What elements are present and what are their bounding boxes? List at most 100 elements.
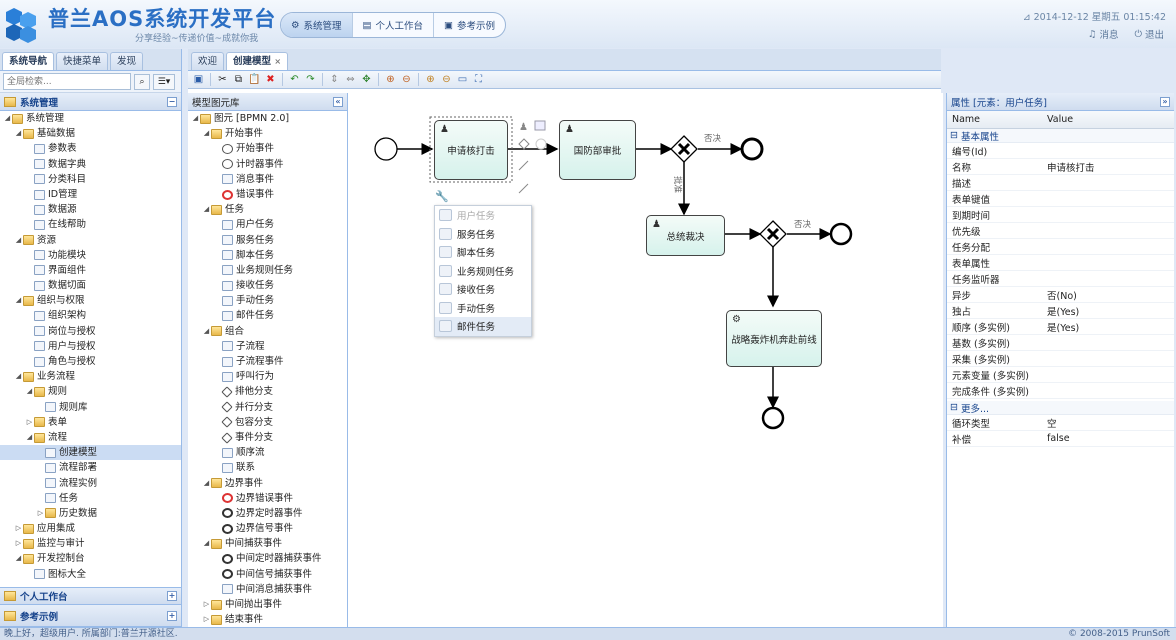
tree-node[interactable]: 排他分支: [188, 384, 347, 399]
tree-node[interactable]: 开始事件: [188, 141, 347, 156]
tree-node[interactable]: 消息事件: [188, 172, 347, 187]
menu-item[interactable]: 邮件任务: [435, 317, 531, 336]
property-value[interactable]: 是(Yes): [1042, 304, 1079, 318]
tab-system-nav[interactable]: 系统导航: [2, 52, 55, 70]
connect-shortcut-icon[interactable]: [518, 160, 529, 171]
property-row[interactable]: 补偿 false: [947, 431, 1174, 447]
tree-node[interactable]: 呼叫行为: [188, 369, 347, 384]
tree-node[interactable]: ▷ 应用集成: [0, 521, 181, 536]
tree-node[interactable]: 边界定时器事件: [188, 506, 347, 521]
expanded-toggle-icon[interactable]: ◢: [14, 369, 23, 384]
tree-node[interactable]: ◢ 边界事件: [188, 476, 347, 491]
align-horizontal-icon[interactable]: ⇔: [344, 73, 357, 86]
tree-node[interactable]: ◢ 组合: [188, 324, 347, 339]
personal-workbench-panel-header[interactable]: 个人工作台 +: [0, 587, 181, 605]
tree-node[interactable]: 错误事件: [188, 187, 347, 202]
task-shortcut-icon[interactable]: [534, 120, 546, 131]
task-president-decision[interactable]: ♟ 总统裁决: [646, 215, 725, 256]
tree-node[interactable]: 中间消息捕获事件: [188, 582, 347, 597]
property-row[interactable]: 名称 申请核打击: [947, 159, 1174, 175]
menu-item[interactable]: 用户任务: [435, 206, 531, 225]
property-value[interactable]: 是(Yes): [1042, 320, 1079, 334]
user-task-shortcut-icon[interactable]: ♟: [519, 122, 528, 133]
reference-examples-panel-header[interactable]: 参考示例 +: [0, 605, 181, 627]
copy-icon[interactable]: ⧉: [232, 73, 245, 86]
property-row[interactable]: 描述: [947, 175, 1174, 191]
collapse-left-icon[interactable]: «: [333, 96, 343, 107]
save-icon[interactable]: ▣: [192, 73, 205, 86]
tree-node[interactable]: 界面组件: [0, 263, 181, 278]
property-row[interactable]: 表单键值: [947, 191, 1174, 207]
tree-node[interactable]: ◢ 规则: [0, 384, 181, 399]
logout-link[interactable]: ⏻ 退出: [1134, 27, 1164, 42]
menu-item[interactable]: 脚本任务: [435, 243, 531, 262]
tree-node[interactable]: 邮件任务: [188, 308, 347, 323]
tree-node[interactable]: 数据字典: [0, 157, 181, 172]
property-row[interactable]: 元素变量 (多实例): [947, 367, 1174, 383]
expanded-toggle-icon[interactable]: ◢: [202, 476, 211, 491]
expanded-toggle-icon[interactable]: ◢: [14, 551, 23, 566]
col-value[interactable]: Value: [1042, 114, 1073, 125]
tree-node[interactable]: 顺序流: [188, 445, 347, 460]
collapsed-toggle-icon[interactable]: ▷: [25, 415, 34, 430]
col-name[interactable]: Name: [947, 114, 1042, 125]
tab-shortcut-menu[interactable]: 快捷菜单: [56, 52, 109, 70]
property-value[interactable]: 空: [1042, 416, 1057, 430]
tree-node[interactable]: ID管理: [0, 187, 181, 202]
tree-node[interactable]: 脚本任务: [188, 248, 347, 263]
tree-node[interactable]: ◢ 系统管理: [0, 111, 181, 126]
zoom-fit-icon[interactable]: ⛶: [472, 73, 485, 86]
tree-node[interactable]: 创建模型: [0, 445, 181, 461]
system-management-panel-header[interactable]: 系统管理 −: [0, 93, 181, 111]
tree-node[interactable]: 中间信号捕获事件: [188, 567, 347, 582]
gateway-shortcut-icon[interactable]: [518, 138, 530, 150]
tree-node[interactable]: ◢ 图元 [BPMN 2.0]: [188, 111, 347, 126]
tree-node[interactable]: 接收任务: [188, 278, 347, 293]
tree-node[interactable]: 子流程: [188, 339, 347, 354]
menu-item[interactable]: 业务规则任务: [435, 262, 531, 281]
tree-node[interactable]: ◢ 任务: [188, 202, 347, 217]
tree-node[interactable]: 图标大全: [0, 567, 181, 582]
task-apply-nuclear-strike[interactable]: ♟ 申请核打击: [434, 120, 508, 180]
property-value[interactable]: 申请核打击: [1042, 160, 1095, 174]
zoom-out-icon[interactable]: ⊖: [440, 73, 453, 86]
expanded-toggle-icon[interactable]: ◢: [191, 111, 200, 126]
align-vertical-icon[interactable]: ⇕: [328, 73, 341, 86]
property-row[interactable]: 顺序 (多实例) 是(Yes): [947, 319, 1174, 335]
menu-item[interactable]: 接收任务: [435, 280, 531, 299]
tree-node[interactable]: ◢ 流程: [0, 430, 181, 445]
tree-node[interactable]: 中间定时器捕获事件: [188, 551, 347, 566]
property-row[interactable]: 任务监听器: [947, 271, 1174, 287]
start-event[interactable]: [374, 137, 398, 161]
collapsed-toggle-icon[interactable]: ▷: [36, 506, 45, 521]
collapsed-toggle-icon[interactable]: ▷: [14, 536, 23, 551]
property-row[interactable]: 任务分配: [947, 239, 1174, 255]
tree-node[interactable]: 包容分支: [188, 415, 347, 430]
menu-item[interactable]: 服务任务: [435, 225, 531, 244]
tree-node[interactable]: 数据切面: [0, 278, 181, 293]
tree-node[interactable]: 业务规则任务: [188, 263, 347, 278]
menu-item[interactable]: 手动任务: [435, 299, 531, 318]
remove-docker-icon[interactable]: ⊖: [400, 73, 413, 86]
nav-personal-workbench[interactable]: ▤ 个人工作台: [353, 13, 435, 37]
property-row[interactable]: 独占 是(Yes): [947, 303, 1174, 319]
zoom-in-icon[interactable]: ⊕: [424, 73, 437, 86]
tree-node[interactable]: 联系: [188, 460, 347, 475]
collapsed-toggle-icon[interactable]: ▷: [14, 521, 23, 536]
expanded-toggle-icon[interactable]: ◢: [3, 111, 12, 126]
menu-icon[interactable]: ☰▾: [153, 73, 175, 90]
tree-node[interactable]: 数据源: [0, 202, 181, 217]
task-defense-approval[interactable]: ♟ 国防部审批: [559, 120, 636, 180]
tree-node[interactable]: 手动任务: [188, 293, 347, 308]
expanded-toggle-icon[interactable]: ◢: [25, 384, 34, 399]
expanded-toggle-icon[interactable]: ◢: [14, 126, 23, 141]
end-event[interactable]: [829, 222, 853, 246]
redo-icon[interactable]: ↷: [304, 73, 317, 86]
nav-reference-examples[interactable]: ▣ 参考示例: [434, 13, 505, 37]
property-row[interactable]: 完成条件 (多实例): [947, 383, 1174, 399]
collapsed-toggle-icon[interactable]: ▷: [202, 612, 211, 627]
delete-icon[interactable]: ✖: [264, 73, 277, 86]
zoom-page-icon[interactable]: ▭: [456, 73, 469, 86]
tab-discover[interactable]: 发现: [110, 52, 144, 70]
property-row[interactable]: 循环类型 空: [947, 415, 1174, 431]
